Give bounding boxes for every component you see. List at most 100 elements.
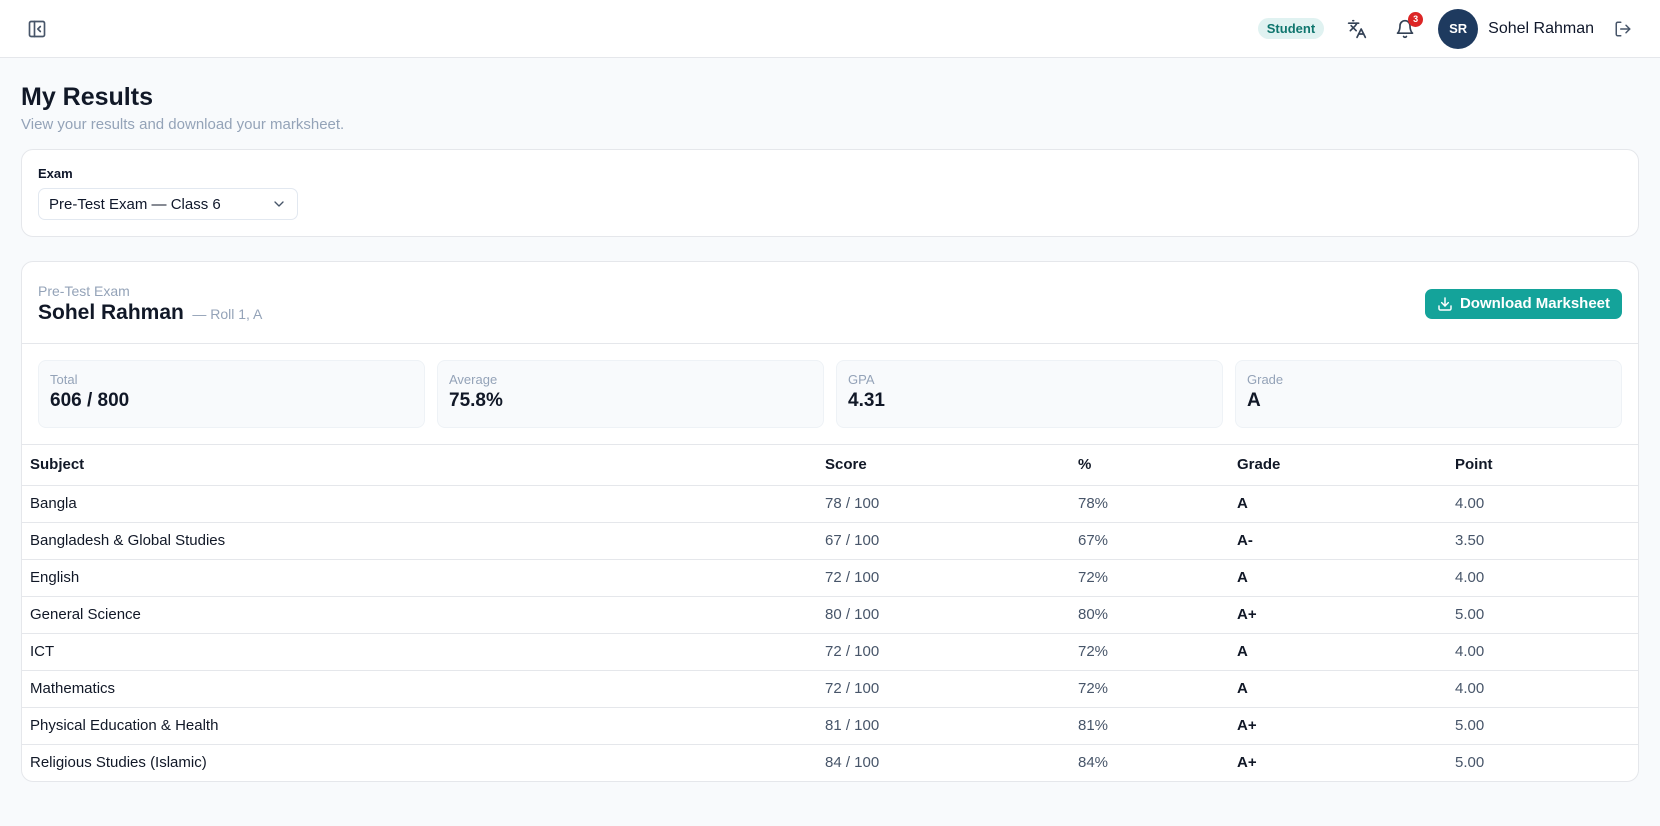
- sidebar-toggle-button[interactable]: [24, 16, 50, 42]
- cell-score: 84 / 100: [825, 754, 880, 772]
- cell-score: 80 / 100: [817, 596, 1070, 634]
- language-button[interactable]: [1344, 16, 1370, 42]
- column-header-grade: Grade: [1229, 445, 1447, 486]
- column-header-subject: Subject: [22, 445, 817, 486]
- cell-subject: English: [22, 559, 817, 597]
- roll-info: — Roll 1, A: [192, 305, 263, 322]
- download-marksheet-button[interactable]: Download Marksheet: [1424, 288, 1622, 319]
- cell-grade: A+: [1229, 707, 1447, 745]
- results-card: Pre-Test Exam Sohel Rahman — Roll 1, A D…: [21, 261, 1639, 782]
- cell-score: 81 / 100: [817, 707, 1070, 745]
- top-bar: Student 3 SR Sohel Rahman: [0, 0, 1660, 58]
- cell-percent: 78%: [1070, 485, 1229, 523]
- page-title: My Results: [21, 83, 153, 111]
- table-row: Mathematics 72 / 100 72% A 4.00: [22, 670, 1638, 708]
- table-row: English 72 / 100 72% A 4.00: [22, 559, 1638, 597]
- cell-point: 4.00: [1447, 559, 1638, 597]
- stat-grade: Grade A: [1235, 360, 1622, 428]
- student-line: Sohel Rahman — Roll 1, A: [38, 301, 262, 325]
- cell-subject: ICT: [22, 633, 817, 671]
- cell-percent: 67%: [1070, 522, 1229, 560]
- cell-point: 3.50: [1447, 522, 1638, 560]
- top-bar-left: [24, 16, 50, 42]
- cell-percent: 80%: [1070, 596, 1229, 634]
- cell-subject: Bangla: [22, 485, 817, 523]
- table-row: Physical Education & Health 81 / 100 81%…: [22, 707, 1638, 745]
- table-row: ICT 72 / 100 72% A 4.00: [22, 633, 1638, 671]
- cell-percent: 72%: [1070, 559, 1229, 597]
- cell-percent: 81%: [1070, 707, 1229, 745]
- logout-button[interactable]: [1610, 16, 1636, 42]
- student-name: Sohel Rahman: [38, 300, 184, 324]
- summary-stats: Total 606 / 800 Average 75.8% GPA 4.31 G…: [22, 344, 1638, 445]
- stat-total: Total 606 / 800: [38, 360, 425, 428]
- exam-select[interactable]: Pre-Test Exam — Class 6: [38, 188, 298, 220]
- cell-point: 5.00: [1455, 754, 1485, 772]
- stat-label: Grade: [1247, 372, 1284, 387]
- cell-subject: Physical Education & Health: [22, 707, 817, 745]
- stat-gpa: GPA 4.31: [836, 360, 1223, 428]
- cell-subject: Bangladesh & Global Studies: [22, 522, 817, 560]
- top-bar-right: Student 3 SR Sohel Rahman: [1257, 8, 1636, 49]
- cell-grade: A: [1229, 633, 1447, 671]
- table-row: Bangladesh & Global Studies 67 / 100 67%…: [22, 522, 1638, 560]
- table-row: General Science 80 / 100 80% A+ 5.00: [22, 596, 1638, 634]
- stat-label: Total: [50, 372, 78, 387]
- notifications-button[interactable]: 3: [1392, 11, 1424, 42]
- chevron-down-icon: [271, 196, 287, 212]
- cell-score: 78 / 100: [817, 485, 1070, 523]
- cell-point: 5.00: [1447, 596, 1638, 634]
- exam-select-label: Exam: [38, 166, 73, 181]
- cell-grade: A+: [1229, 596, 1447, 634]
- stat-label: GPA: [848, 372, 875, 387]
- notification-count-badge: 3: [1408, 11, 1424, 27]
- role-badge: Student: [1257, 18, 1325, 39]
- results-table: Subject Score % Grade Point Bangla 78 / …: [22, 445, 1638, 781]
- table-row: Bangla 78 / 100 78% A 4.00: [22, 485, 1638, 523]
- cell-subject: Mathematics: [22, 670, 817, 708]
- cell-grade: A-: [1229, 522, 1447, 560]
- cell-point: 4.00: [1447, 633, 1638, 671]
- cell-percent: 72%: [1070, 633, 1229, 671]
- avatar[interactable]: SR: [1438, 8, 1479, 49]
- cell-score: 72 / 100: [817, 670, 1070, 708]
- exam-select-value: Pre-Test Exam — Class 6: [49, 195, 221, 213]
- column-header-percent: %: [1070, 445, 1229, 486]
- cell-grade: A: [1229, 559, 1447, 597]
- stat-value: A: [1247, 390, 1261, 411]
- cell-grade: A: [1229, 485, 1447, 523]
- page-subtitle: View your results and download your mark…: [21, 116, 345, 133]
- column-header-score: Score: [817, 445, 1070, 486]
- stat-value: 606 / 800: [50, 390, 130, 411]
- languages-icon: [1347, 19, 1367, 38]
- stat-value: 75.8%: [449, 390, 503, 411]
- user-name[interactable]: Sohel Rahman: [1488, 20, 1594, 38]
- cell-percent: 72%: [1070, 670, 1229, 708]
- exam-filter-card: Exam Pre-Test Exam — Class 6: [21, 149, 1639, 237]
- cell-point: 4.00: [1447, 485, 1638, 523]
- cell-percent: 84%: [1078, 754, 1109, 772]
- cell-subject: General Science: [22, 596, 817, 634]
- stat-value: 4.31: [848, 390, 885, 411]
- cell-point: 5.00: [1447, 707, 1638, 745]
- download-marksheet-label: Download Marksheet: [1459, 295, 1610, 312]
- cell-point: 4.00: [1447, 670, 1638, 708]
- stat-average: Average 75.8%: [437, 360, 824, 428]
- download-icon: [1437, 296, 1453, 312]
- cell-score: 67 / 100: [817, 522, 1070, 560]
- result-identity: Pre-Test Exam Sohel Rahman — Roll 1, A: [38, 283, 262, 325]
- column-header-point: Point: [1447, 445, 1638, 486]
- table-row: Religious Studies (Islamic) 84 / 100 84%…: [22, 744, 1638, 781]
- table-header-row: Subject Score % Grade Point: [22, 445, 1638, 486]
- stat-label: Average: [449, 372, 498, 387]
- exam-name: Pre-Test Exam: [38, 282, 130, 299]
- cell-subject: Religious Studies (Islamic): [30, 754, 207, 772]
- results-header: Pre-Test Exam Sohel Rahman — Roll 1, A D…: [22, 262, 1638, 344]
- cell-grade: A+: [1237, 754, 1257, 772]
- panel-left-close-icon: [28, 20, 46, 37]
- cell-score: 72 / 100: [817, 559, 1070, 597]
- log-out-icon: [1615, 21, 1631, 36]
- cell-score: 72 / 100: [817, 633, 1070, 671]
- cell-grade: A: [1229, 670, 1447, 708]
- main-content: My Results View your results and downloa…: [0, 58, 1660, 806]
